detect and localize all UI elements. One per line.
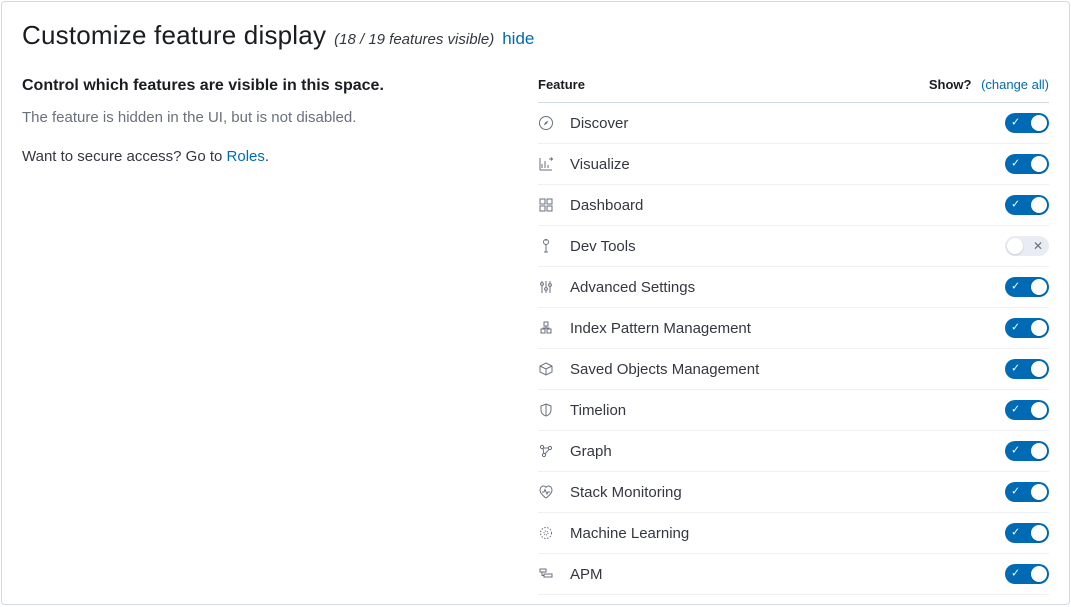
panel-title: Customize feature display [22, 20, 326, 51]
description: The feature is hidden in the UI, but is … [22, 109, 502, 126]
customize-feature-panel: Customize feature display (18 / 19 featu… [1, 1, 1070, 605]
feature-label: Advanced Settings [566, 267, 929, 308]
feature-row-dashboard: Dashboard ✓ [538, 185, 1049, 226]
feature-row-visualize: Visualize ✓ [538, 144, 1049, 185]
feature-label: Graph [566, 431, 929, 472]
heartbeat-icon [538, 472, 566, 513]
toggle-knob [1031, 197, 1047, 213]
feature-table-wrap: Feature Show? (change all) Discover✓Visu… [538, 77, 1049, 595]
toggle-knob [1031, 156, 1047, 172]
panel-header: Customize feature display (18 / 19 featu… [22, 20, 1049, 51]
secure-suffix: . [265, 148, 269, 165]
feature-row-dev-tools: Dev Tools ✕ [538, 226, 1049, 267]
check-icon: ✓ [1011, 487, 1020, 498]
feature-table: Feature Show? (change all) Discover✓Visu… [538, 77, 1049, 595]
toggle-knob [1031, 115, 1047, 131]
toggle-apm[interactable]: ✓ [1005, 564, 1049, 584]
feature-row-timelion: Timelion ✓ [538, 390, 1049, 431]
feature-row-saved-objects-management: Saved Objects Management ✓ [538, 349, 1049, 390]
toggle-knob [1007, 238, 1023, 254]
check-icon: ✓ [1011, 323, 1020, 334]
toggle-knob [1031, 279, 1047, 295]
toggle-knob [1031, 525, 1047, 541]
feature-row-advanced-settings: Advanced Settings ✓ [538, 267, 1049, 308]
check-icon: ✓ [1011, 364, 1020, 375]
toggle-knob [1031, 402, 1047, 418]
feature-row-apm: APM ✓ [538, 554, 1049, 595]
bar-chart-icon [538, 144, 566, 185]
toggle-knob [1031, 320, 1047, 336]
roles-link[interactable]: Roles [227, 148, 265, 165]
toggle-knob [1031, 484, 1047, 500]
shield-icon [538, 390, 566, 431]
secure-access-text: Want to secure access? Go to Roles. [22, 148, 502, 165]
toggle-dev-tools[interactable]: ✕ [1005, 236, 1049, 256]
subtitle: Control which features are visible in th… [22, 77, 502, 95]
change-all-link[interactable]: (change all) [981, 77, 1049, 92]
toggle-timelion[interactable]: ✓ [1005, 400, 1049, 420]
check-icon: ✓ [1011, 528, 1020, 539]
secure-prefix: Want to secure access? Go to [22, 148, 227, 165]
check-icon: ✓ [1011, 446, 1020, 457]
toggle-graph[interactable]: ✓ [1005, 441, 1049, 461]
feature-label: Timelion [566, 390, 929, 431]
toggle-advanced-settings[interactable]: ✓ [1005, 277, 1049, 297]
feature-label: APM [566, 554, 929, 595]
toggle-machine-learning[interactable]: ✓ [1005, 523, 1049, 543]
check-icon: ✓ [1011, 200, 1020, 211]
feature-counter: (18 / 19 features visible) [334, 31, 494, 48]
toggle-knob [1031, 361, 1047, 377]
feature-label: Visualize [566, 144, 929, 185]
feature-row-stack-monitoring: Stack Monitoring ✓ [538, 472, 1049, 513]
col-show: Show? (change all) [929, 77, 1049, 103]
toggle-dashboard[interactable]: ✓ [1005, 195, 1049, 215]
feature-label: Saved Objects Management [566, 349, 929, 390]
feature-label: Discover [566, 103, 929, 144]
graph-icon [538, 431, 566, 472]
dashboard-icon [538, 185, 566, 226]
hide-link[interactable]: hide [502, 29, 534, 49]
toggle-knob [1031, 566, 1047, 582]
toggle-saved-objects-management[interactable]: ✓ [1005, 359, 1049, 379]
feature-label: Dashboard [566, 185, 929, 226]
ml-icon [538, 513, 566, 554]
feature-row-index-pattern-management: Index Pattern Management ✓ [538, 308, 1049, 349]
cube-icon [538, 349, 566, 390]
toggle-index-pattern-management[interactable]: ✓ [1005, 318, 1049, 338]
feature-label: Dev Tools [566, 226, 929, 267]
wrench-icon [538, 226, 566, 267]
x-icon: ✕ [1033, 240, 1043, 252]
check-icon: ✓ [1011, 118, 1020, 129]
check-icon: ✓ [1011, 159, 1020, 170]
left-column: Control which features are visible in th… [22, 77, 502, 165]
sliders-icon [538, 267, 566, 308]
feature-label: Index Pattern Management [566, 308, 929, 349]
feature-label: Machine Learning [566, 513, 929, 554]
col-feature: Feature [538, 77, 929, 103]
feature-row-machine-learning: Machine Learning ✓ [538, 513, 1049, 554]
compass-icon [538, 103, 566, 144]
toggle-visualize[interactable]: ✓ [1005, 154, 1049, 174]
toggle-discover[interactable]: ✓ [1005, 113, 1049, 133]
col-show-label: Show? [929, 77, 972, 92]
check-icon: ✓ [1011, 569, 1020, 580]
index-icon [538, 308, 566, 349]
feature-label: Stack Monitoring [566, 472, 929, 513]
toggle-stack-monitoring[interactable]: ✓ [1005, 482, 1049, 502]
check-icon: ✓ [1011, 282, 1020, 293]
toggle-knob [1031, 443, 1047, 459]
feature-row-graph: Graph ✓ [538, 431, 1049, 472]
feature-row-discover: Discover ✓ [538, 103, 1049, 144]
check-icon: ✓ [1011, 405, 1020, 416]
apm-icon [538, 554, 566, 595]
